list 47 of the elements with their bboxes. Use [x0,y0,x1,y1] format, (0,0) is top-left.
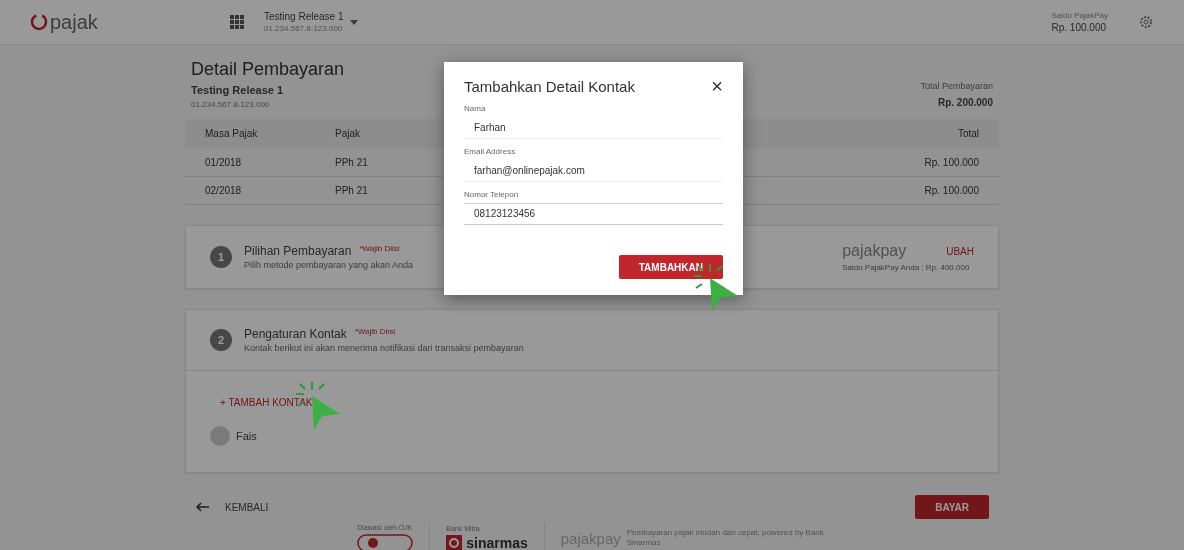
field-label: Email Address [464,147,516,156]
company-npwp: 01.234.567.8-123.000 [191,100,270,109]
required-note: *Wajib Diisi [359,244,400,253]
apps-icon[interactable] [230,15,244,29]
back-arrow-icon[interactable] [195,502,209,512]
table-cell: Rp. 100.000 [799,149,999,177]
company-npwp: 01.234.567.8-123.000 [264,24,343,33]
step-title: Pengaturan Kontak [244,327,347,341]
input-field[interactable]: 08123123456 [464,203,723,225]
field-label: Nama [464,104,486,113]
add-button[interactable]: TAMBAHKAN [618,255,723,279]
balance-amount: Rp. 100.000 [1051,22,1106,33]
step-number: 2 [210,329,232,351]
balance-label: Saldo PajakPay [1051,11,1108,20]
logo: pajak [50,10,98,34]
table-cell: 01/2018 [185,149,315,177]
total-label: Total Pembayaran [920,81,993,91]
column-header: Masa Pajak [185,119,315,149]
close-button[interactable]: × [711,76,723,96]
pajakpay-logo: pajakpay [842,242,907,260]
logo-icon [30,13,48,31]
step-number: 1 [210,246,232,268]
dropdown-icon[interactable] [349,19,358,25]
input-field[interactable]: Farhan [464,117,723,139]
contact-name: Fais [236,430,257,442]
page-title: Detail Pembayaran [191,59,345,80]
change-link[interactable]: UBAH [946,245,974,257]
field-label: Nomor Telepon [464,190,519,199]
dialog-title: Tambahkan Detail Kontak [464,77,635,95]
input-field[interactable]: farhan@onlinepajak.com [464,160,723,182]
step-title: Pilihan Pembayaran [244,244,352,258]
ojk-logo [357,534,414,550]
pay-button[interactable]: BAYAR [915,495,989,519]
partner-name: sinarmas [466,535,528,550]
back-link[interactable]: KEMBALI [225,501,269,513]
table-cell: Rp. 100.000 [799,177,999,205]
required-note: *Wajib Diisi [354,327,395,336]
table-cell: 02/2018 [185,177,315,205]
company-name: Testing Release 1 [191,84,284,96]
column-header: Total [799,119,999,149]
step-description: Pilih metode pembayaran yang akan Anda [244,260,414,270]
company-name: Testing Release 1 [264,11,344,22]
method-balance: Saldo PajakPay Anda : Rp. 400.000 [842,263,970,272]
step-description: Kontak berikut ini akan menerima notifikasi dari transaksi pembayaran [244,343,524,353]
settings-icon[interactable] [1138,14,1154,30]
total-amount: Rp. 200.000 [937,97,993,108]
contact-radio[interactable] [210,426,230,446]
